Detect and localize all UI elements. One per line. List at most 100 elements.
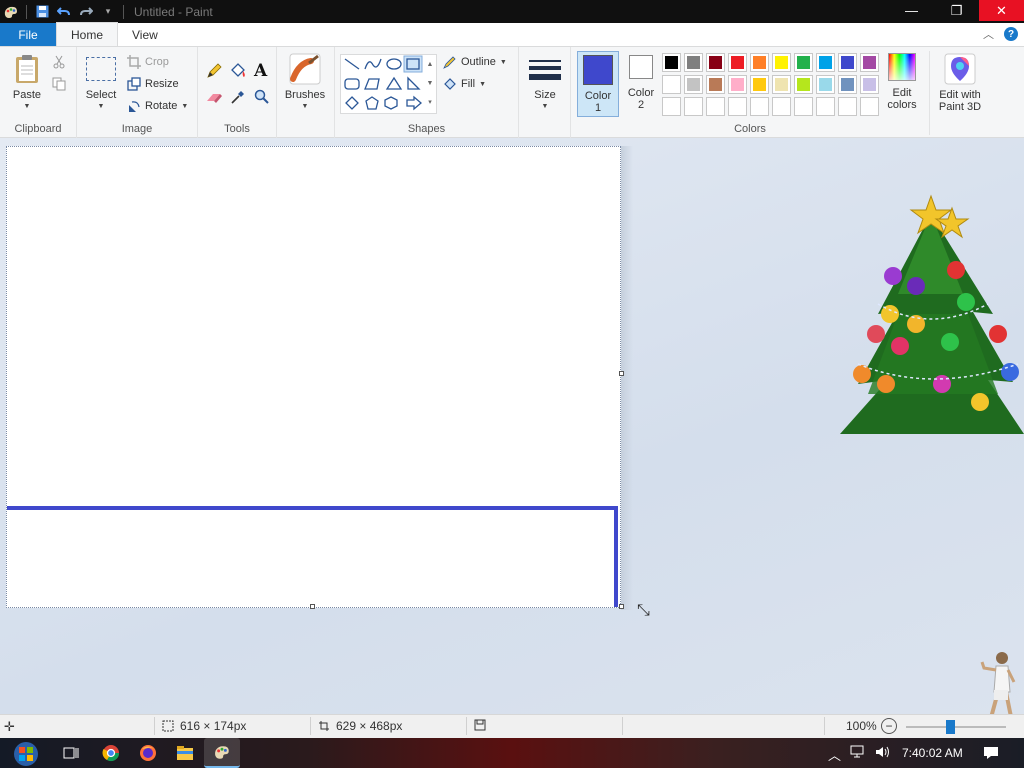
- select-button[interactable]: Select ▼: [83, 55, 119, 113]
- brushes-button[interactable]: Brushes ▼: [283, 53, 327, 113]
- color-swatch[interactable]: [750, 75, 769, 94]
- file-explorer-icon[interactable]: [174, 742, 196, 764]
- tab-view[interactable]: View: [118, 23, 172, 46]
- volume-icon[interactable]: [874, 745, 892, 762]
- outline-button[interactable]: Outline ▼: [443, 55, 507, 69]
- zoom-slider-track[interactable]: [906, 726, 1006, 728]
- color-swatch[interactable]: [706, 75, 725, 94]
- size-button[interactable]: Size ▼: [527, 55, 563, 113]
- color-swatch[interactable]: [772, 97, 791, 116]
- edit-colors-button[interactable]: Edit colors: [879, 53, 925, 111]
- color-swatch[interactable]: [706, 53, 725, 72]
- separator: [466, 717, 467, 735]
- color-swatch[interactable]: [750, 97, 769, 116]
- canvas-shadow: [621, 146, 633, 610]
- shapes-group-label: Shapes: [407, 123, 446, 135]
- canvas-workspace[interactable]: ⤡: [0, 138, 1024, 731]
- paint-app-icon[interactable]: [0, 0, 22, 23]
- network-icon[interactable]: [850, 745, 868, 762]
- ribbon-tabs: File Home View ︿ ?: [0, 22, 1024, 46]
- color-swatch[interactable]: [684, 75, 703, 94]
- tab-file[interactable]: File: [0, 23, 56, 46]
- show-hidden-icons-icon[interactable]: ︿: [828, 745, 841, 764]
- color-swatch[interactable]: [662, 53, 681, 72]
- color-swatch[interactable]: [816, 53, 835, 72]
- color-swatch[interactable]: [684, 53, 703, 72]
- chrome-icon[interactable]: [100, 742, 122, 764]
- swatch-color: [709, 56, 722, 69]
- drawing-canvas[interactable]: [6, 146, 621, 608]
- taskbar-clock[interactable]: 7:40:02 AM: [902, 746, 963, 760]
- maximize-button[interactable]: ❐: [934, 0, 979, 21]
- color-swatch[interactable]: [772, 75, 791, 94]
- pencil-icon[interactable]: [206, 63, 222, 79]
- color-swatch[interactable]: [816, 97, 835, 116]
- color-swatch[interactable]: [684, 97, 703, 116]
- firefox-icon[interactable]: [137, 742, 159, 764]
- color-swatch[interactable]: [838, 75, 857, 94]
- eraser-icon[interactable]: [206, 91, 223, 105]
- color-swatch[interactable]: [662, 97, 681, 116]
- color-swatch[interactable]: [662, 75, 681, 94]
- copy-button[interactable]: [52, 77, 66, 91]
- crop-button[interactable]: Crop: [127, 55, 169, 69]
- cursor-position: ✛: [4, 719, 15, 735]
- color-swatch[interactable]: [706, 97, 725, 116]
- color-swatch[interactable]: [794, 53, 813, 72]
- color-swatch[interactable]: [728, 75, 747, 94]
- canvas-resize-handle-right[interactable]: [619, 371, 624, 376]
- color-swatch[interactable]: [860, 53, 879, 72]
- rotate-button[interactable]: Rotate ▼: [127, 99, 188, 113]
- color2-button[interactable]: Color 2: [621, 55, 661, 111]
- color-swatch[interactable]: [728, 53, 747, 72]
- action-center-icon[interactable]: [982, 745, 1000, 764]
- start-button[interactable]: [8, 740, 44, 768]
- color1-button[interactable]: Color 1: [577, 51, 619, 117]
- drawn-rectangle-right-edge: [614, 506, 618, 607]
- save-icon[interactable]: [31, 0, 53, 23]
- color-swatch[interactable]: [860, 75, 879, 94]
- color-picker-icon[interactable]: [230, 89, 246, 105]
- ribbon-extras: ︿ ?: [983, 26, 1018, 42]
- canvas-resize-handle-corner[interactable]: [619, 604, 624, 609]
- zoom-slider-thumb[interactable]: [946, 720, 955, 734]
- color-swatch[interactable]: [728, 97, 747, 116]
- close-button[interactable]: ✕: [979, 0, 1024, 21]
- color-swatch[interactable]: [794, 75, 813, 94]
- task-view-icon[interactable]: [60, 742, 82, 764]
- redo-icon[interactable]: [75, 0, 97, 23]
- cut-button[interactable]: [52, 55, 66, 69]
- shapes-gallery[interactable]: [340, 54, 437, 114]
- resize-button[interactable]: Resize: [127, 77, 179, 91]
- customize-quick-access-icon[interactable]: ▾: [97, 0, 119, 23]
- color-swatch[interactable]: [772, 53, 791, 72]
- chevron-down-icon: ▼: [479, 80, 486, 88]
- selection-rectangle-icon: [86, 57, 116, 81]
- selection-size: 616 × 174px: [162, 719, 246, 733]
- help-icon[interactable]: ?: [1004, 27, 1018, 41]
- zoom-out-button[interactable]: −: [881, 718, 897, 734]
- canvas-resize-handle-bottom[interactable]: [310, 604, 315, 609]
- fill-bucket-icon[interactable]: [229, 62, 247, 80]
- color-swatch[interactable]: [816, 75, 835, 94]
- brushes-group: Brushes ▼: [277, 47, 335, 138]
- separator: [154, 717, 155, 735]
- paint-taskbar-button[interactable]: [204, 738, 240, 768]
- color-swatch[interactable]: [794, 97, 813, 116]
- fill-button[interactable]: Fill ▼: [443, 77, 486, 91]
- minimize-button[interactable]: —: [889, 0, 934, 21]
- tab-home[interactable]: Home: [56, 22, 119, 46]
- color-swatch[interactable]: [838, 53, 857, 72]
- collapse-ribbon-icon[interactable]: ︿: [983, 26, 994, 42]
- outline-label: Outline: [461, 56, 496, 68]
- magnifier-icon[interactable]: [254, 89, 270, 105]
- text-tool-icon[interactable]: A: [254, 61, 267, 81]
- undo-icon[interactable]: [53, 0, 75, 23]
- color-swatch[interactable]: [838, 97, 857, 116]
- color-swatch[interactable]: [860, 97, 879, 116]
- swatch-color: [841, 78, 854, 91]
- paste-button[interactable]: Paste ▼: [8, 53, 46, 113]
- shapes-scroll[interactable]: ▲ ▼ ▾: [424, 55, 436, 113]
- color-swatch[interactable]: [750, 53, 769, 72]
- edit-with-paint3d-button[interactable]: Edit with Paint 3D: [933, 53, 987, 113]
